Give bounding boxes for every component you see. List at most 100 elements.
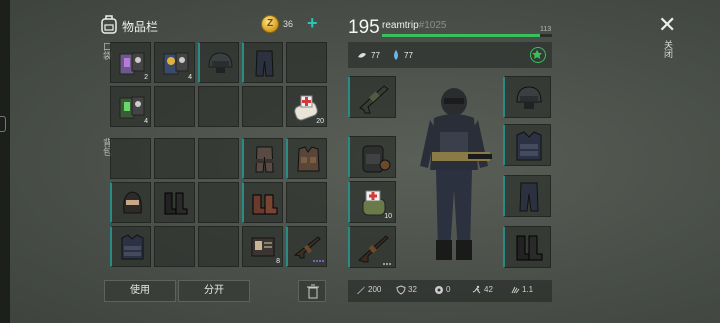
stealth-stat: 1.1: [510, 285, 533, 295]
water-drop-icon: [394, 50, 398, 60]
item-count: 20: [316, 118, 324, 125]
damage-stat: 200: [356, 285, 381, 295]
shield-icon: [396, 285, 406, 295]
slot-empty[interactable]: [286, 182, 327, 223]
slot-empty[interactable]: [154, 226, 195, 267]
slot-card-green[interactable]: 4: [110, 86, 151, 127]
slot-balaclava[interactable]: [110, 182, 151, 223]
inventory-header: 物品栏 Z 36 +: [100, 13, 326, 38]
hunger-icon: [358, 53, 366, 58]
boots-icon: [164, 192, 188, 215]
item-count: 10: [384, 213, 392, 220]
player-id: #1025: [418, 20, 447, 31]
slot-empty[interactable]: [154, 86, 195, 127]
coin-count: 36: [283, 19, 294, 29]
inventory-title: 物品栏: [122, 20, 159, 34]
bandage-slot[interactable]: 10: [348, 181, 396, 223]
slot-empty[interactable]: [110, 138, 151, 179]
add-coins-button[interactable]: +: [307, 13, 318, 34]
slot-empty[interactable]: [198, 86, 239, 127]
speed-stat: 42: [472, 285, 493, 295]
item-count: 4: [144, 118, 148, 125]
damage-value: 200: [368, 285, 382, 295]
player-name-text: reamtrip: [382, 20, 419, 31]
xp-max: 113: [540, 26, 552, 33]
helmet-icon: [208, 52, 233, 73]
use-button[interactable]: 使用: [104, 280, 176, 302]
thirst-value: 77: [404, 51, 413, 60]
game-screen: 物品栏 Z 36 + 口袋 背包 2 4 4 20 8 使用 分开 195 re…: [0, 0, 720, 323]
coin-icon: Z: [261, 15, 279, 33]
keycard-icon: [163, 52, 189, 75]
item-count: 4: [188, 74, 192, 81]
player-level: 195: [348, 17, 380, 38]
keycard-icon: [119, 96, 145, 119]
item-count: 8: [276, 258, 280, 265]
poison-value: 0: [446, 285, 451, 295]
slot-tactical-vest[interactable]: [110, 226, 151, 267]
slot-boots[interactable]: [154, 182, 195, 223]
slot-empty[interactable]: [198, 138, 239, 179]
slot-leather-vest[interactable]: [286, 138, 327, 179]
running-icon: [472, 285, 481, 294]
slot-id-card[interactable]: 8: [242, 226, 283, 267]
slot-empty[interactable]: [198, 226, 239, 267]
star-icon: [532, 49, 543, 59]
character-model: [420, 88, 492, 260]
poison-stat: 0: [434, 285, 450, 295]
slot-empty[interactable]: [242, 86, 283, 127]
defense-value: 32: [408, 285, 417, 295]
xp-bar-fill: [382, 34, 541, 37]
vest-icon: [297, 146, 320, 172]
vest-icon: [516, 131, 542, 161]
backpack-icon: [362, 145, 391, 173]
weapon-slot-primary[interactable]: [348, 76, 396, 118]
star-badge-icon[interactable]: [530, 47, 546, 63]
pants-icon: [519, 182, 539, 212]
pants-slot[interactable]: [503, 175, 551, 217]
slot-medkit[interactable]: 20: [286, 86, 327, 127]
close-icon[interactable]: ✕: [658, 12, 676, 38]
helmet-icon: [516, 86, 542, 109]
device-edge: [0, 0, 10, 323]
slot-empty[interactable]: [198, 182, 239, 223]
needs-panel: 77 77: [348, 42, 552, 68]
pants-icon: [255, 50, 274, 77]
close-label[interactable]: 关闭: [662, 40, 675, 58]
boots-icon: [252, 194, 278, 215]
id-card-icon: [251, 237, 275, 257]
slot-brown-boots[interactable]: [242, 182, 283, 223]
rifle-icon: [293, 236, 324, 262]
mask-icon: [123, 191, 142, 214]
boots-slot[interactable]: [503, 226, 551, 268]
armor-slot[interactable]: [503, 124, 551, 166]
slot-leather-pants[interactable]: [242, 138, 283, 179]
hunger-value: 77: [371, 51, 380, 60]
split-button[interactable]: 分开: [178, 280, 250, 302]
helmet-slot[interactable]: [503, 76, 551, 118]
vest-icon: [121, 234, 144, 260]
slot-empty[interactable]: [154, 138, 195, 179]
shotgun-icon: [358, 235, 391, 265]
trash-icon: [307, 284, 319, 299]
slot-rifle[interactable]: [286, 226, 327, 267]
footstep-icon: [511, 286, 520, 294]
slot-pants[interactable]: [242, 42, 283, 83]
speed-value: 42: [484, 285, 493, 295]
keycard-icon: [119, 52, 145, 75]
stats-bar: 200 32 0 42 1.1: [348, 280, 552, 302]
backpack-slot[interactable]: [348, 136, 396, 178]
player-name: reamtrip#1025: [382, 20, 447, 31]
slot-helmet[interactable]: [198, 42, 239, 83]
item-count: 2: [144, 74, 148, 81]
slot-card-gold[interactable]: 4: [154, 42, 195, 83]
slot-empty[interactable]: [286, 42, 327, 83]
defense-stat: 32: [396, 285, 417, 295]
weapon-slot-secondary[interactable]: [348, 226, 396, 268]
slot-card-purple[interactable]: 2: [110, 42, 151, 83]
boots-icon: [516, 235, 543, 261]
backpack-icon: [101, 15, 117, 34]
trash-button[interactable]: [298, 280, 326, 302]
stealth-value: 1.1: [522, 285, 534, 295]
grenade-launcher-icon: [359, 85, 389, 114]
